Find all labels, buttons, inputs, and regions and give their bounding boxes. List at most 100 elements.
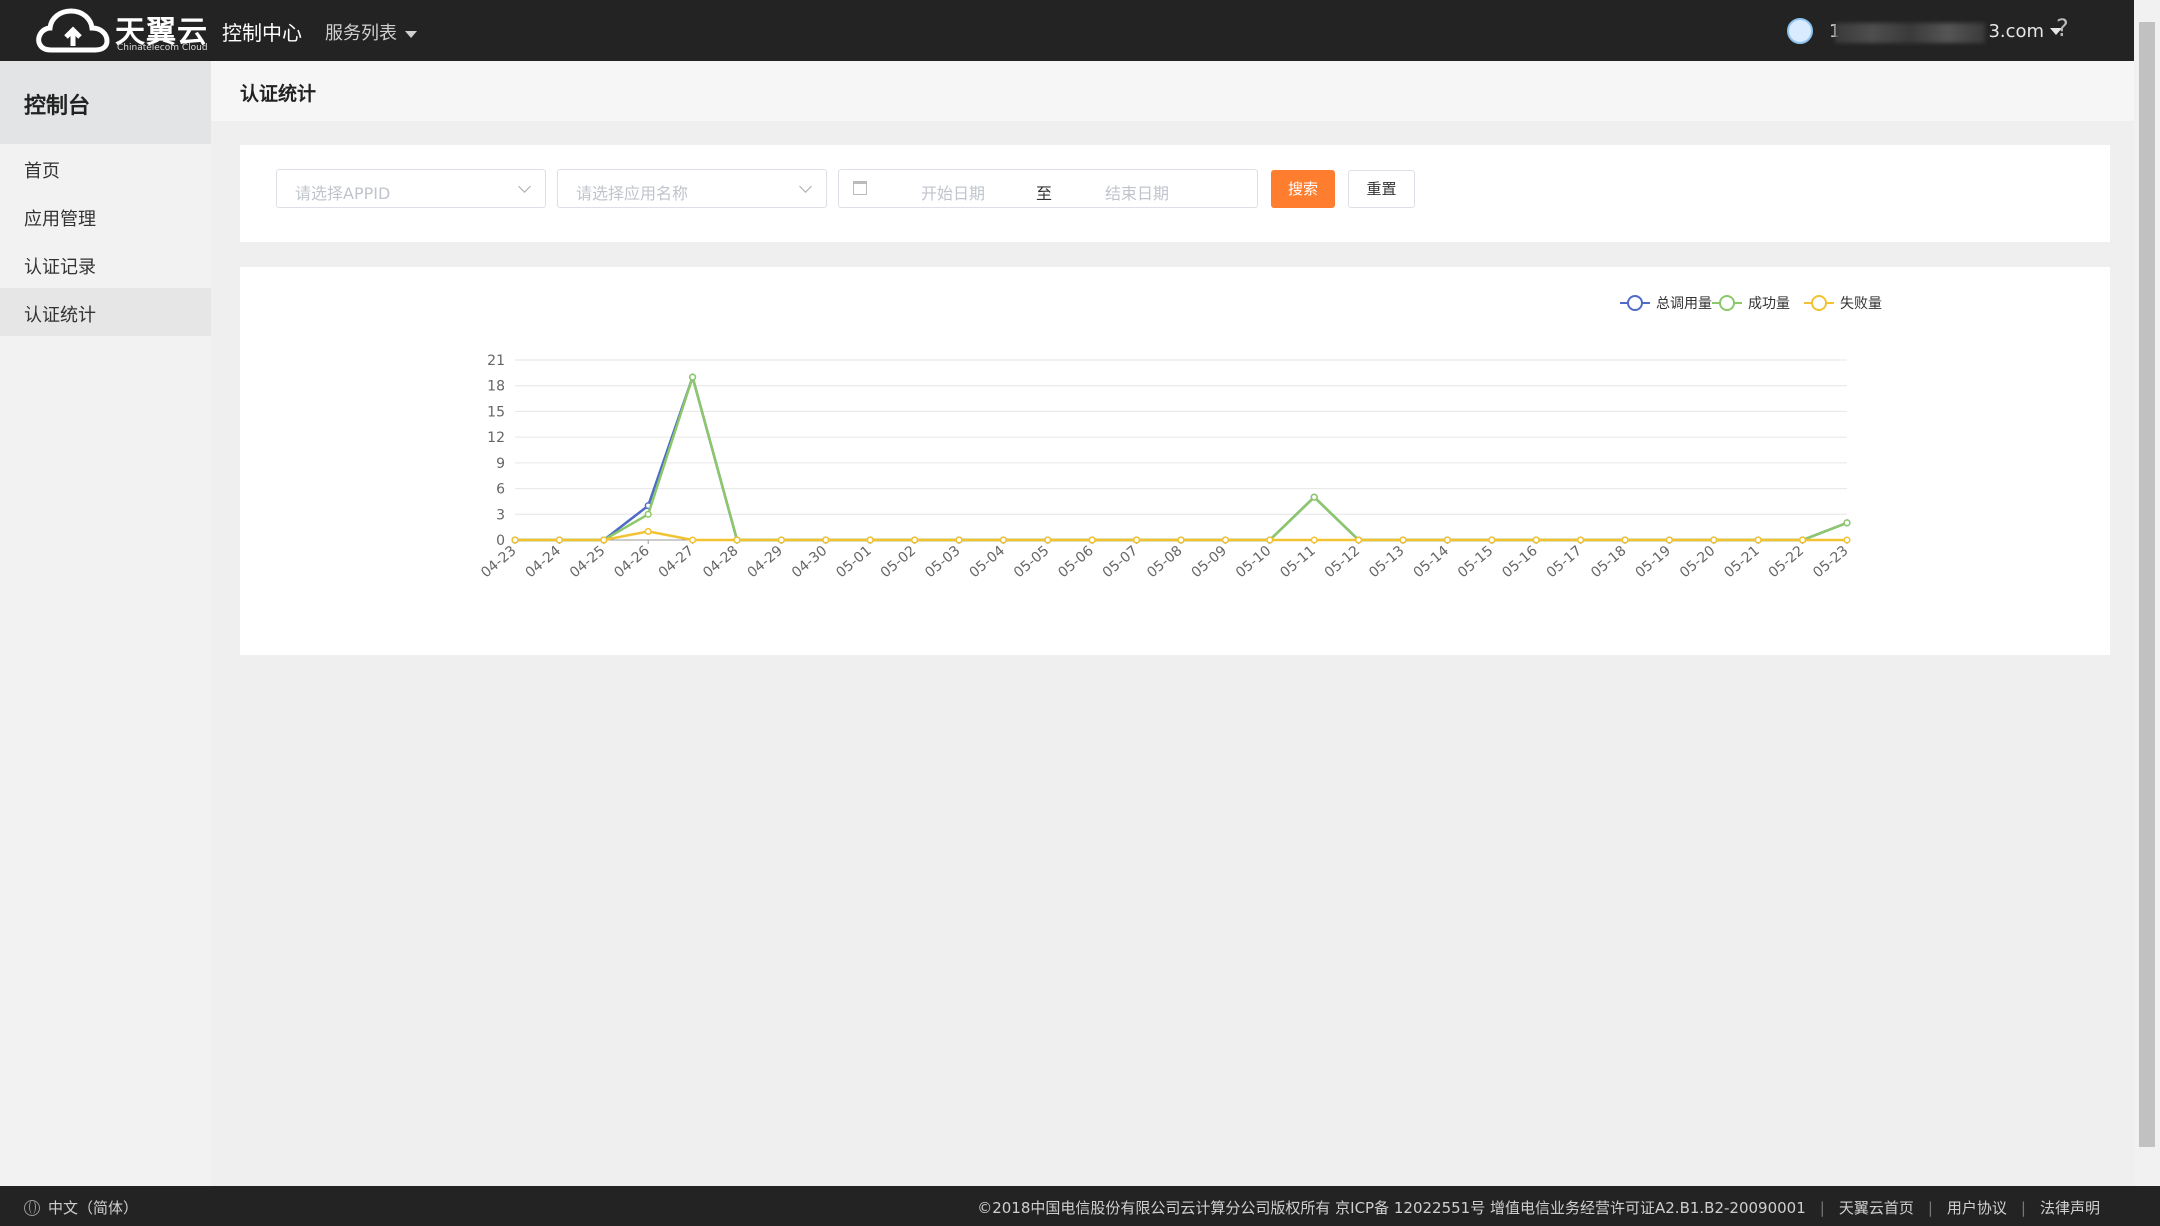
footer-separator: | (1819, 1198, 1825, 1217)
sidebar-item-auth-records[interactable]: 认证记录 (0, 240, 211, 288)
scrollbar-thumb[interactable] (2139, 22, 2155, 1147)
appid-select[interactable]: 请选择APPID (276, 169, 546, 208)
x-tick-label: 05-02 (878, 543, 919, 581)
data-point (555, 536, 563, 544)
x-tick-label: 05-16 (1499, 543, 1541, 581)
x-tick-label: 04-29 (745, 543, 786, 581)
brand-subtitle: Chinatelecom Cloud (117, 43, 208, 53)
data-point (1221, 536, 1229, 544)
x-tick-label: 05-04 (967, 543, 1009, 581)
data-point (600, 536, 608, 544)
help-icon[interactable]: ? (2056, 14, 2069, 42)
data-point (1088, 536, 1096, 544)
footer-link-legal[interactable]: 法律声明 (2040, 1197, 2100, 1218)
footer-separator: | (1927, 1198, 1933, 1217)
data-point (777, 536, 785, 544)
footer-link-user-agreement[interactable]: 用户协议 (1947, 1197, 2007, 1218)
x-tick-label: 04-26 (611, 543, 653, 581)
data-point (822, 536, 830, 544)
data-point (1399, 536, 1407, 544)
filter-panel: 请选择APPID 请选择应用名称 开始日期 至 结束日期 搜索 重置 (240, 145, 2110, 242)
redaction-mask (1835, 22, 1985, 43)
service-list-dropdown[interactable]: 服务列表 (325, 19, 417, 45)
data-point (1754, 536, 1762, 544)
app-name-select[interactable]: 请选择应用名称 (557, 169, 827, 208)
data-point (1621, 536, 1629, 544)
appid-select-placeholder: 请选择APPID (295, 184, 391, 203)
legend-label: 成功量 (1748, 296, 1790, 312)
service-list-label: 服务列表 (325, 23, 397, 44)
x-tick-label: 04-24 (523, 543, 565, 581)
data-point (1133, 536, 1141, 544)
data-point (1843, 519, 1851, 527)
data-point (1266, 536, 1274, 544)
x-tick-label: 05-14 (1411, 543, 1453, 581)
legend-marker (1811, 295, 1827, 311)
x-tick-label: 05-08 (1144, 543, 1185, 581)
data-point (689, 373, 697, 381)
x-tick-label: 05-21 (1721, 543, 1762, 581)
search-button[interactable]: 搜索 (1271, 170, 1335, 208)
x-tick-label: 04-28 (700, 543, 741, 581)
x-tick-label: 05-18 (1588, 543, 1629, 581)
start-date-input[interactable]: 开始日期 (921, 180, 1031, 204)
data-point (644, 527, 652, 535)
language-switcher[interactable]: 中文（简体） (24, 1197, 138, 1218)
user-account-menu[interactable]: 13.com (1787, 17, 2063, 45)
data-point (911, 536, 919, 544)
auth-statistics-line-chart: 03691215182104-23 04-24 04-25 04-26 04-27 04-… (478, 295, 1882, 581)
brand-logo[interactable]: 天翼云 Chinatelecom Cloud (33, 4, 208, 54)
x-tick-label: 04-27 (656, 543, 697, 581)
x-tick-label: 05-07 (1100, 543, 1141, 581)
avatar (1787, 18, 1813, 44)
legend-label: 总调用量 (1656, 296, 1712, 312)
x-tick-label: 04-30 (789, 543, 830, 581)
x-tick-label: 05-23 (1810, 543, 1851, 581)
control-center-link[interactable]: 控制中心 (222, 17, 302, 46)
top-navigation-bar: 天翼云 Chinatelecom Cloud 控制中心 服务列表 13.com … (0, 0, 2134, 61)
data-point (1443, 536, 1451, 544)
data-point (1710, 536, 1718, 544)
page-header: 认证统计 (211, 61, 2134, 121)
globe-icon (24, 1199, 40, 1216)
data-point (1177, 536, 1185, 544)
vertical-scrollbar[interactable] (2134, 0, 2160, 1186)
chevron-down-icon (405, 30, 417, 38)
sidebar: 控制台 首页 应用管理 认证记录 认证统计 (0, 61, 211, 1186)
y-tick-label: 9 (496, 456, 505, 472)
x-tick-label: 05-06 (1055, 543, 1097, 581)
date-range-picker[interactable]: 开始日期 至 结束日期 (838, 169, 1258, 208)
data-point (1799, 536, 1807, 544)
x-tick-label: 05-13 (1366, 543, 1407, 581)
x-tick-label: 05-09 (1189, 543, 1230, 581)
y-tick-label: 3 (496, 507, 505, 523)
footer-link-home[interactable]: 天翼云首页 (1839, 1197, 1914, 1218)
data-point (955, 536, 963, 544)
app-name-select-placeholder: 请选择应用名称 (576, 184, 689, 203)
x-tick-label: 05-17 (1544, 543, 1585, 581)
x-tick-label: 05-03 (922, 543, 963, 581)
x-tick-label: 05-11 (1277, 543, 1318, 581)
chart-panel: 0 3 6 9 12 15 18 21 04-23 04-24 04-25 04-26 04-27 04-… (240, 267, 2110, 655)
page-title: 认证统计 (240, 83, 317, 105)
data-point (866, 536, 874, 544)
data-point (511, 536, 519, 544)
data-point (1310, 536, 1318, 544)
sidebar-item-auth-statistics[interactable]: 认证统计 (0, 288, 211, 336)
x-tick-label: 05-10 (1233, 543, 1274, 581)
end-date-input[interactable]: 结束日期 (1105, 180, 1215, 204)
x-tick-label: 05-05 (1011, 543, 1052, 581)
x-tick-label: 05-12 (1322, 543, 1363, 581)
sidebar-item-app-management[interactable]: 应用管理 (0, 192, 211, 240)
copyright-text: ©2018中国电信股份有限公司云计算分公司版权所有 京ICP备 12022551… (977, 1199, 1806, 1217)
x-tick-label: 05-01 (833, 543, 874, 581)
cloud-logo-icon (36, 8, 110, 53)
sidebar-item-home[interactable]: 首页 (0, 144, 211, 192)
data-point (1665, 536, 1673, 544)
user-email: 13.com (1829, 20, 2045, 43)
date-range-separator: 至 (1036, 184, 1053, 203)
reset-button[interactable]: 重置 (1348, 170, 1415, 208)
data-point (1310, 493, 1318, 501)
user-email-suffix: 3.com (1988, 20, 2045, 42)
data-point (999, 536, 1007, 544)
